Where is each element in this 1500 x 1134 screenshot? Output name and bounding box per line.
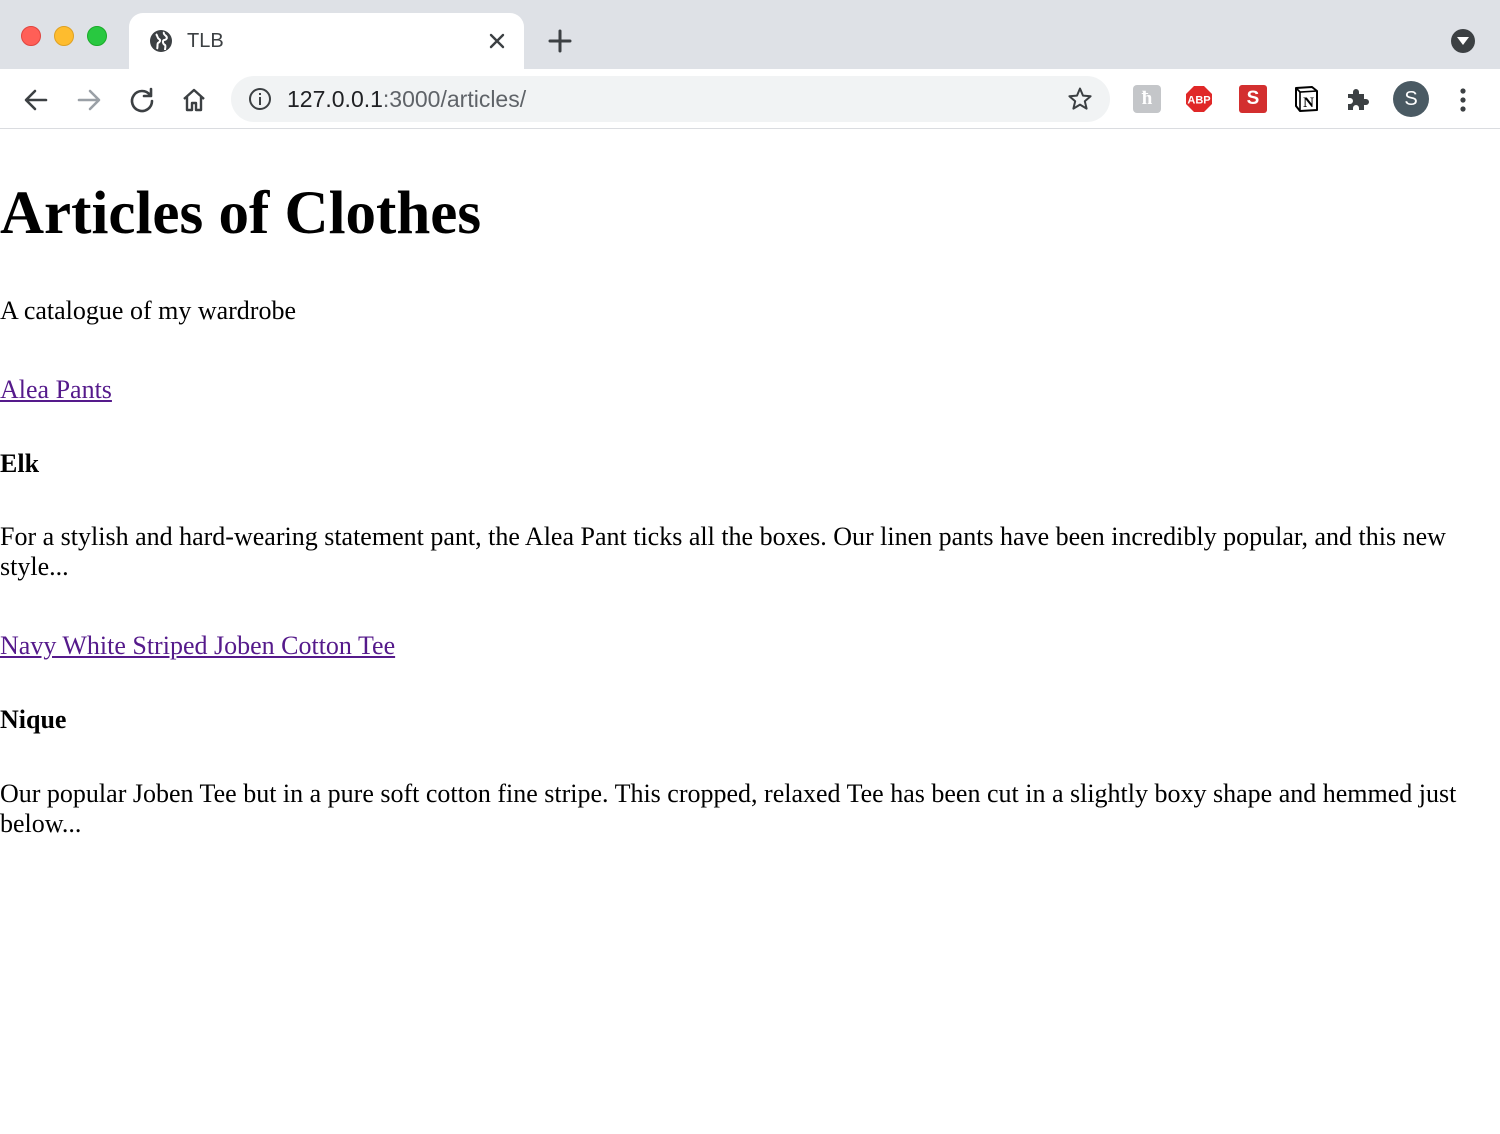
tab-strip: TLB xyxy=(0,0,1500,69)
article-description: Our popular Joben Tee but in a pure soft… xyxy=(0,779,1457,838)
article-brand: Nique xyxy=(0,705,67,734)
back-arrow-icon[interactable] xyxy=(22,86,50,114)
new-tab-icon[interactable] xyxy=(547,28,573,54)
extension-h-icon[interactable]: ћ xyxy=(1133,85,1161,113)
svg-text:ABP: ABP xyxy=(1187,95,1210,107)
info-icon[interactable] xyxy=(248,87,272,111)
extensions-puzzle-icon[interactable] xyxy=(1344,85,1372,113)
article-link-navy-tee[interactable]: Navy White Striped Joben Cotton Tee xyxy=(0,630,395,662)
browser-toolbar: 127.0.0.1:3000/articles/ ћ ABP S N S xyxy=(0,69,1500,129)
profile-avatar[interactable]: S xyxy=(1393,81,1429,117)
home-icon[interactable] xyxy=(180,86,208,114)
tab-title: TLB xyxy=(187,30,224,52)
article-brand: Elk xyxy=(0,449,40,478)
close-tab-icon[interactable] xyxy=(485,29,509,53)
forward-arrow-icon[interactable] xyxy=(75,86,103,114)
chevron-down-icon xyxy=(1457,37,1469,45)
article-link-alea-pants[interactable]: Alea Pants xyxy=(0,374,112,406)
page-content: Articles of Clothes A catalogue of my wa… xyxy=(0,130,1500,1134)
url-text[interactable]: 127.0.0.1:3000/articles/ xyxy=(287,86,526,112)
url-path: :3000/articles/ xyxy=(382,86,527,112)
close-window-button[interactable] xyxy=(21,26,41,46)
minimize-window-button[interactable] xyxy=(54,26,74,46)
reload-icon[interactable] xyxy=(128,86,156,114)
bookmark-star-icon[interactable] xyxy=(1067,86,1093,112)
svg-text:N: N xyxy=(1303,95,1314,111)
page-title: Articles of Clothes xyxy=(0,180,482,247)
address-bar[interactable]: 127.0.0.1:3000/articles/ xyxy=(231,76,1110,122)
globe-icon xyxy=(150,30,172,52)
page-tagline: A catalogue of my wardrobe xyxy=(0,296,297,325)
extension-s-icon[interactable]: S xyxy=(1239,85,1267,113)
article-description: For a stylish and hard-wearing statement… xyxy=(0,522,1446,581)
active-tab[interactable]: TLB xyxy=(129,13,524,69)
more-menu-icon[interactable] xyxy=(1451,86,1475,114)
url-host: 127.0.0.1 xyxy=(287,86,383,112)
tab-search-button[interactable] xyxy=(1451,29,1475,53)
adblock-plus-icon[interactable]: ABP xyxy=(1185,85,1213,113)
maximize-window-button[interactable] xyxy=(87,26,107,46)
notion-icon[interactable]: N xyxy=(1292,85,1320,113)
